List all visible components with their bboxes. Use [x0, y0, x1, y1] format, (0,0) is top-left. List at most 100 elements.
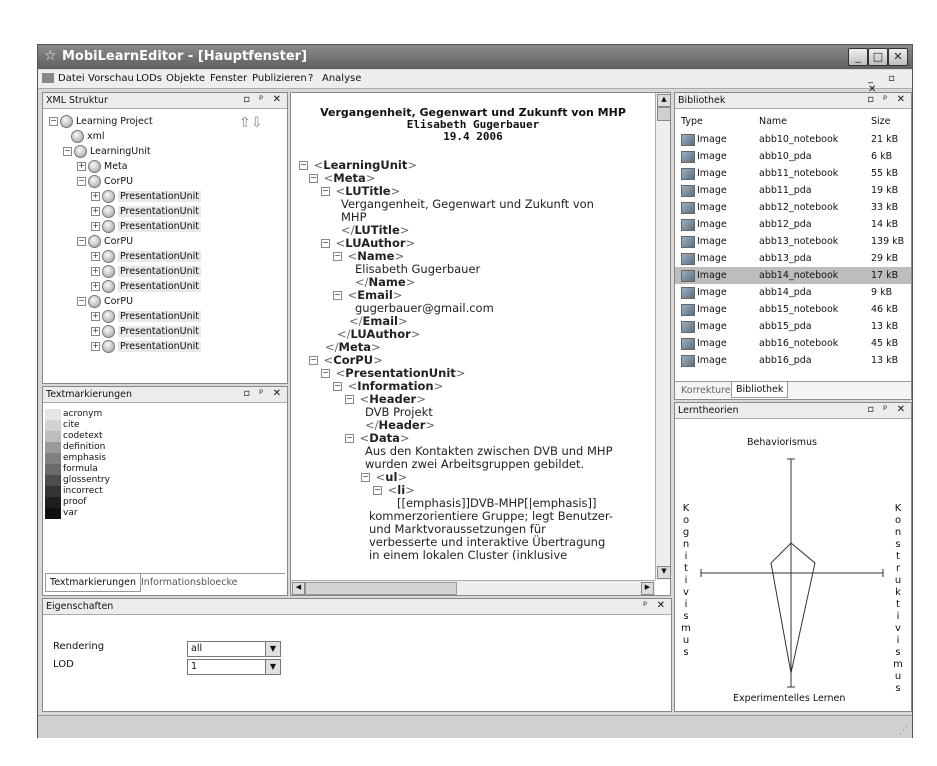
- menu-lods[interactable]: LODs: [136, 73, 162, 84]
- cell-name: abb16_notebook: [759, 338, 839, 349]
- cell-type: Image: [697, 355, 727, 366]
- markup-item[interactable]: cite: [45, 420, 110, 431]
- cell-size: 55 kB: [871, 168, 899, 179]
- library-row[interactable]: Image abb13_notebook 139 kB: [675, 233, 911, 250]
- app-menu-icon[interactable]: [42, 73, 54, 83]
- panel-controls[interactable]: ▫ ᵖ ✕: [243, 94, 284, 105]
- scroll-left-icon[interactable]: ◀: [292, 582, 305, 595]
- image-file-icon: [681, 151, 695, 163]
- col-type[interactable]: Type: [681, 116, 703, 127]
- scroll-right-icon[interactable]: ▶: [641, 582, 654, 595]
- tree-node-pu[interactable]: + PresentationUnit: [49, 205, 202, 220]
- panel-controls[interactable]: ▫ ᵖ ✕: [867, 94, 908, 105]
- tree-node-root[interactable]: − Learning Project: [49, 115, 201, 130]
- color-swatch: [45, 442, 61, 453]
- hscroll-thumb[interactable]: [305, 582, 457, 595]
- library-row[interactable]: Image abb16_pda 13 kB: [675, 352, 911, 369]
- resize-grip-icon[interactable]: ⋰: [899, 726, 908, 736]
- scroll-down-icon[interactable]: ▼: [657, 566, 671, 579]
- tree-node-corpu[interactable]: − CorPU: [49, 295, 201, 310]
- tree-node-learningunit[interactable]: − LearningUnit: [49, 145, 201, 160]
- cell-size: 21 kB: [871, 134, 899, 145]
- markup-item[interactable]: definition: [45, 442, 110, 453]
- chevron-down-icon[interactable]: ▼: [265, 660, 280, 674]
- library-row[interactable]: Image abb14_notebook 17 kB: [675, 267, 911, 284]
- lod-select[interactable]: 1 ▼: [187, 659, 281, 675]
- scroll-thumb[interactable]: [657, 107, 671, 121]
- tree-node-pu[interactable]: + PresentationUnit: [49, 265, 202, 280]
- maximize-button[interactable]: □: [868, 48, 888, 66]
- library-row[interactable]: Image abb12_notebook 33 kB: [675, 199, 911, 216]
- library-row[interactable]: Image abb10_pda 6 kB: [675, 148, 911, 165]
- image-file-icon: [681, 304, 695, 316]
- col-name[interactable]: Name: [759, 116, 787, 127]
- tab-textmarkierungen[interactable]: Textmarkierungen: [45, 574, 142, 592]
- markup-item[interactable]: var: [45, 508, 110, 519]
- library-row[interactable]: Image abb11_notebook 55 kB: [675, 165, 911, 182]
- library-row[interactable]: Image abb16_notebook 45 kB: [675, 335, 911, 352]
- image-file-icon: [681, 202, 695, 214]
- tree-node-pu[interactable]: + PresentationUnit: [49, 250, 202, 265]
- menu-analyse[interactable]: Analyse: [322, 73, 361, 84]
- library-row[interactable]: Image abb15_pda 13 kB: [675, 318, 911, 335]
- library-row[interactable]: Image abb10_notebook 21 kB: [675, 131, 911, 148]
- xml-content[interactable]: − <LearningUnit> − <Meta> − <LUTitle> Ve…: [299, 159, 613, 562]
- library-table: Image abb10_notebook 21 kB Image abb10_pda 6 …: [675, 131, 911, 369]
- image-file-icon: [681, 355, 695, 367]
- tree-node-pu[interactable]: + PresentationUnit: [49, 280, 202, 295]
- cell-type: Image: [697, 134, 727, 145]
- markup-label: proof: [63, 497, 87, 507]
- markup-list: acronym cite codetext definition emphasis for…: [45, 409, 110, 519]
- markup-item[interactable]: formula: [45, 464, 110, 475]
- markup-item[interactable]: glossentry: [45, 475, 110, 486]
- rendering-select[interactable]: all ▼: [187, 641, 281, 657]
- editor-vertical-scrollbar[interactable]: ▲ ▼: [655, 93, 671, 580]
- tab-informationsbloecke[interactable]: Informationsbloecke: [141, 577, 238, 588]
- menu-fenster[interactable]: Fenster: [210, 73, 247, 84]
- menu-help[interactable]: ?: [308, 73, 313, 84]
- bibliothek-header: Bibliothek ▫ ᵖ ✕: [675, 93, 911, 109]
- tab-korrekturen[interactable]: Korrekturen: [681, 385, 737, 396]
- menu-publizieren[interactable]: Publizieren: [252, 73, 307, 84]
- color-swatch: [45, 464, 61, 475]
- tree-node-meta[interactable]: + Meta: [49, 160, 201, 175]
- menu-objekte[interactable]: Objekte: [166, 73, 205, 84]
- image-file-icon: [681, 338, 695, 350]
- cell-name: abb13_notebook: [759, 236, 839, 247]
- cell-type: Image: [697, 287, 727, 298]
- tree-node-pu[interactable]: + PresentationUnit: [49, 340, 202, 355]
- markup-item[interactable]: emphasis: [45, 453, 110, 464]
- panel-controls[interactable]: ᵖ ✕: [643, 600, 668, 611]
- tree-node-xml[interactable]: xml: [49, 130, 201, 145]
- markup-item[interactable]: incorrect: [45, 486, 110, 497]
- menu-vorschau[interactable]: Vorschau: [88, 73, 134, 84]
- tree-node-pu[interactable]: + PresentationUnit: [49, 220, 202, 235]
- cell-size: 17 kB: [871, 270, 899, 281]
- markup-item[interactable]: proof: [45, 497, 110, 508]
- tree-node-pu[interactable]: + PresentationUnit: [49, 310, 202, 325]
- library-row[interactable]: Image abb11_pda 19 kB: [675, 182, 911, 199]
- tree-node-pu[interactable]: + PresentationUnit: [49, 190, 202, 205]
- scroll-up-icon[interactable]: ▲: [657, 94, 671, 107]
- library-row[interactable]: Image abb14_pda 9 kB: [675, 284, 911, 301]
- image-file-icon: [681, 287, 695, 299]
- panel-controls[interactable]: ▫ ᵖ ✕: [243, 388, 284, 399]
- tree-node-pu[interactable]: + PresentationUnit: [49, 325, 202, 340]
- tree-node-corpu[interactable]: − CorPU: [49, 235, 201, 250]
- tree-node-corpu[interactable]: − CorPU: [49, 175, 201, 190]
- editor-horizontal-scrollbar[interactable]: ◀ ▶: [291, 580, 655, 595]
- cell-size: 46 kB: [871, 304, 899, 315]
- chevron-down-icon[interactable]: ▼: [265, 642, 280, 656]
- library-tabs: Korrekturen Bibliothek: [675, 381, 911, 398]
- library-row[interactable]: Image abb13_pda 29 kB: [675, 250, 911, 267]
- move-arrows-icon[interactable]: ⇧⇩: [239, 115, 262, 131]
- close-button[interactable]: ✕: [888, 48, 908, 66]
- menu-datei[interactable]: Datei: [58, 73, 85, 84]
- markup-item[interactable]: acronym: [45, 409, 110, 420]
- tab-bibliothek[interactable]: Bibliothek: [731, 382, 789, 398]
- minimize-button[interactable]: _: [848, 48, 868, 66]
- markup-item[interactable]: codetext: [45, 431, 110, 442]
- library-row[interactable]: Image abb12_pda 14 kB: [675, 216, 911, 233]
- col-size[interactable]: Size: [871, 116, 891, 127]
- library-row[interactable]: Image abb15_notebook 46 kB: [675, 301, 911, 318]
